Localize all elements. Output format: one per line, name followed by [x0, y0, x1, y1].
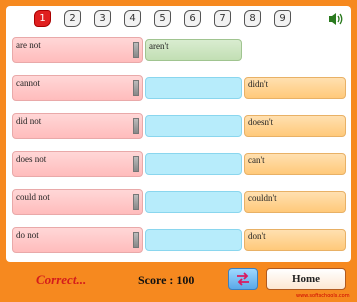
- drag-handle[interactable]: [133, 194, 139, 210]
- level-4-button[interactable]: 4: [124, 10, 141, 27]
- speaker-icon[interactable]: [328, 12, 344, 26]
- drag-handle[interactable]: [133, 80, 139, 96]
- word-label: do not: [16, 230, 39, 240]
- word-label: cannot: [16, 78, 40, 88]
- answer-label: aren't: [149, 41, 169, 51]
- level-2-button[interactable]: 2: [64, 10, 81, 27]
- answer-slot[interactable]: [145, 77, 242, 99]
- word-card: does not: [12, 151, 143, 177]
- level-bar: 1 2 3 4 5 6 7 8 9: [6, 6, 351, 32]
- level-9-button[interactable]: 9: [274, 10, 291, 27]
- match-row: could not couldn't: [6, 189, 351, 215]
- home-button[interactable]: Home: [266, 268, 346, 290]
- word-card: are not: [12, 37, 143, 63]
- match-row: are not aren't: [6, 37, 351, 63]
- option-label: can't: [248, 155, 265, 165]
- match-row: cannot didn't: [6, 75, 351, 101]
- word-label: are not: [16, 40, 41, 50]
- word-label: did not: [16, 116, 42, 126]
- drag-handle[interactable]: [133, 156, 139, 172]
- option-label: doesn't: [248, 117, 274, 127]
- credit-text: www.softschools.com: [296, 293, 350, 299]
- option-label: couldn't: [248, 193, 277, 203]
- answer-slot[interactable]: [145, 153, 242, 175]
- contraction-option[interactable]: couldn't: [244, 191, 346, 213]
- word-card: did not: [12, 113, 143, 139]
- drag-handle[interactable]: [133, 42, 139, 58]
- level-5-button[interactable]: 5: [154, 10, 171, 27]
- contraction-option[interactable]: doesn't: [244, 115, 346, 137]
- swap-button[interactable]: [228, 268, 258, 290]
- level-6-button[interactable]: 6: [184, 10, 201, 27]
- game-frame: 1 2 3 4 5 6 7 8 9 are not aren't cannot …: [0, 0, 357, 302]
- answer-slot[interactable]: [145, 191, 242, 213]
- match-row: did not doesn't: [6, 113, 351, 139]
- match-row: do not don't: [6, 227, 351, 253]
- word-card: do not: [12, 227, 143, 253]
- score-display: Score : 100: [138, 273, 195, 287]
- word-card: could not: [12, 189, 143, 215]
- word-label: does not: [16, 154, 47, 164]
- answer-slot[interactable]: [145, 229, 242, 251]
- game-panel: 1 2 3 4 5 6 7 8 9 are not aren't cannot …: [6, 6, 351, 262]
- contraction-option[interactable]: can't: [244, 153, 346, 175]
- contraction-option[interactable]: don't: [244, 229, 346, 251]
- drag-handle[interactable]: [133, 118, 139, 134]
- level-8-button[interactable]: 8: [244, 10, 261, 27]
- option-label: didn't: [248, 79, 269, 89]
- answer-slot[interactable]: aren't: [145, 39, 242, 61]
- match-row: does not can't: [6, 151, 351, 177]
- word-label: could not: [16, 192, 50, 202]
- drag-handle[interactable]: [133, 232, 139, 248]
- level-3-button[interactable]: 3: [94, 10, 111, 27]
- word-card: cannot: [12, 75, 143, 101]
- swap-arrows-icon: [237, 272, 249, 286]
- level-7-button[interactable]: 7: [214, 10, 231, 27]
- status-message: Correct...: [36, 272, 87, 287]
- level-1-button[interactable]: 1: [34, 10, 51, 27]
- contraction-option[interactable]: didn't: [244, 77, 346, 99]
- answer-slot[interactable]: [145, 115, 242, 137]
- option-label: don't: [248, 231, 266, 241]
